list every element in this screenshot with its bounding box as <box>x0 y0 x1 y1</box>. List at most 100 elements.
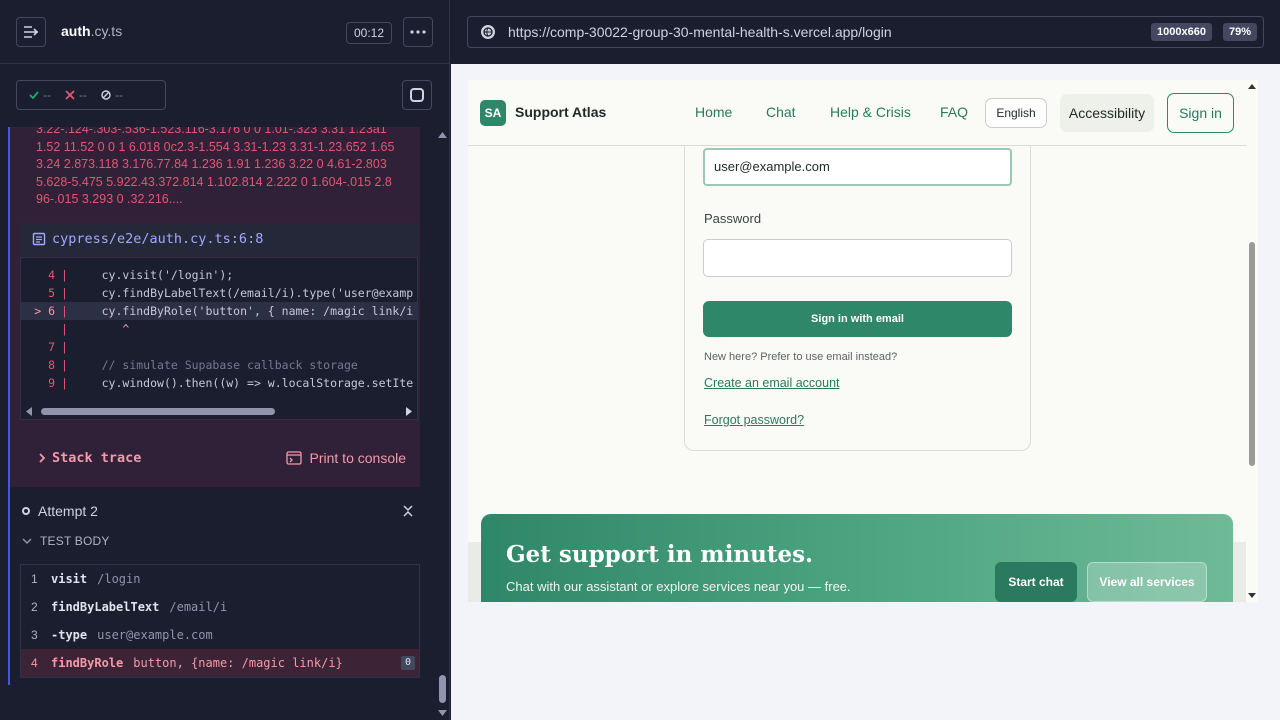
language-button[interactable]: English <box>985 98 1047 128</box>
code-text: cy.window().then((w) => w.localStorage.s… <box>73 376 414 390</box>
command-log-scrollbar[interactable] <box>434 127 450 720</box>
code-frame: 4 | cy.visit('/login'); 5 | cy.findByLabel… <box>20 257 418 420</box>
stack-trace-toggle[interactable]: Stack trace <box>38 450 141 466</box>
nav-home[interactable]: Home <box>695 104 732 120</box>
password-field[interactable] <box>703 239 1012 277</box>
command-number: 4 <box>31 656 38 670</box>
code-line-caret: | ^ <box>61 322 130 336</box>
code-text: cy.findByRole('button', { name: /magic l… <box>73 304 414 318</box>
spec-header: auth.cy.ts 00:12 <box>0 0 450 64</box>
error-file-link[interactable]: cypress/e2e/auth.cy.ts:6:8 <box>20 223 418 255</box>
scroll-left-icon <box>26 407 32 416</box>
globe-icon <box>481 25 495 39</box>
url-bar[interactable]: https://comp-30022-group-30-mental-healt… <box>467 16 1264 48</box>
command-row[interactable]: 3 -type user@example.com <box>21 621 419 649</box>
command-number: 1 <box>31 572 38 586</box>
sidebar-toggle-icon <box>24 26 39 38</box>
app-preview-panel: https://comp-30022-group-30-mental-healt… <box>451 0 1280 720</box>
code-line: 9 | cy.window().then((w) => w.localStorag… <box>21 374 417 392</box>
brand-name[interactable]: Support Atlas <box>515 104 606 120</box>
attempt-label: Attempt 2 <box>38 503 98 519</box>
line-number: 8 <box>48 358 55 372</box>
start-chat-button[interactable]: Start chat <box>995 562 1077 602</box>
code-horizontal-scrollbar[interactable] <box>21 404 417 418</box>
element-count-badge: 0 <box>401 656 415 670</box>
code-line-highlighted: > 6 | cy.findByRole('button', { name: /ma… <box>21 302 417 320</box>
chevron-right-icon <box>39 453 46 463</box>
site-header: SA Support Atlas Home Chat Help & Crisis… <box>468 80 1246 146</box>
command-log: 3.22-.124-.303-.536-1.523.116-3.176 0 0 … <box>8 127 428 685</box>
scrollbar-thumb[interactable] <box>439 675 446 703</box>
scrollbar-thumb[interactable] <box>1249 242 1255 466</box>
x-icon <box>65 90 75 100</box>
code-text: // simulate Supabase callback storage <box>73 358 358 372</box>
stop-icon <box>410 88 424 102</box>
command-name: -type <box>51 628 88 642</box>
command-arg: /email/i <box>169 600 228 614</box>
nav-chat[interactable]: Chat <box>766 104 796 120</box>
skip-icon <box>101 90 111 100</box>
failed-count: -- <box>79 88 87 102</box>
code-line: 7 | <box>21 338 417 356</box>
login-card: user@example.com Password Sign in with e… <box>684 120 1031 451</box>
command-list: 1 visit/login 2 findByLabelText/email/i 3-… <box>20 564 420 678</box>
run-timer: 00:12 <box>346 22 393 44</box>
line-number: 9 <box>48 376 55 390</box>
toggle-specs-button[interactable] <box>16 17 46 47</box>
command-name: findByRole <box>51 656 124 670</box>
command-number: 3 <box>31 628 38 642</box>
more-options-button[interactable] <box>403 17 433 47</box>
sign-in-with-email-button[interactable]: Sign in with email <box>703 301 1012 337</box>
scroll-up-icon <box>438 132 447 138</box>
code-line: 4 | cy.visit('/login'); <box>21 266 417 284</box>
scroll-down-icon <box>1248 593 1256 598</box>
attempt-row[interactable]: Attempt 2 <box>22 500 422 522</box>
view-all-services-button[interactable]: View all services <box>1087 562 1207 602</box>
password-label: Password <box>704 211 762 226</box>
spec-title: auth.cy.ts <box>61 23 122 39</box>
test-body-header[interactable]: TEST BODY <box>22 534 110 548</box>
aut-scrollbar[interactable] <box>1246 80 1258 602</box>
pending-stat: -- <box>101 88 123 102</box>
line-number: 5 <box>48 286 55 300</box>
command-row[interactable]: 2 findByLabelText/email/i <box>21 593 419 621</box>
error-actions: Stack trace Print to console <box>20 429 418 487</box>
nav-faq[interactable]: FAQ <box>940 104 968 120</box>
collapse-icon[interactable] <box>403 505 413 517</box>
scroll-up-icon <box>1248 84 1256 89</box>
command-arg: user@example.com <box>97 628 213 642</box>
print-to-console-button[interactable]: Print to console <box>285 450 406 466</box>
scrollbar-thumb[interactable] <box>41 408 275 415</box>
url-text: https://comp-30022-group-30-mental-healt… <box>508 24 892 40</box>
url-header: https://comp-30022-group-30-mental-healt… <box>451 0 1280 64</box>
create-account-link[interactable]: Create an email account <box>704 376 840 390</box>
line-number: 7 <box>48 340 55 354</box>
attempt-status-icon <box>22 507 30 515</box>
file-link-text: cypress/e2e/auth.cy.ts:6:8 <box>52 231 264 247</box>
stop-button[interactable] <box>402 80 432 110</box>
command-row[interactable]: 1 visit/login <box>21 565 419 593</box>
line-number: > 6 <box>34 304 55 318</box>
zoom-badge: 79% <box>1223 23 1258 41</box>
terminal-icon <box>285 451 302 465</box>
logo[interactable]: SA <box>480 100 506 126</box>
forgot-password-link[interactable]: Forgot password? <box>704 413 804 427</box>
accessibility-button[interactable]: Accessibility <box>1060 94 1154 132</box>
test-stats: -- -- -- <box>16 80 166 110</box>
passed-count: -- <box>43 88 51 102</box>
sign-in-button[interactable]: Sign in <box>1167 93 1234 133</box>
command-row-failed[interactable]: 4 findByRole button, {name: /magic link/i}… <box>21 649 419 677</box>
pending-count: -- <box>115 88 123 102</box>
code-text: cy.findByLabelText(/email/i).type('user@… <box>73 286 414 300</box>
aut-iframe: user@example.com Password Sign in with e… <box>468 80 1258 602</box>
command-log-panel: auth.cy.ts 00:12 -- -- -- 3.22-.124-.303… <box>0 0 450 720</box>
nav-help-crisis[interactable]: Help & Crisis <box>830 104 911 120</box>
command-arg: /login <box>97 572 141 586</box>
ellipsis-icon <box>410 30 426 34</box>
command-arg: button, {name: /magic link/i} <box>133 656 343 670</box>
command-name: visit <box>51 572 88 586</box>
email-field[interactable]: user@example.com <box>703 148 1012 186</box>
test-body-label: TEST BODY <box>40 534 110 548</box>
command-number: 2 <box>31 600 38 614</box>
check-icon <box>29 91 39 100</box>
